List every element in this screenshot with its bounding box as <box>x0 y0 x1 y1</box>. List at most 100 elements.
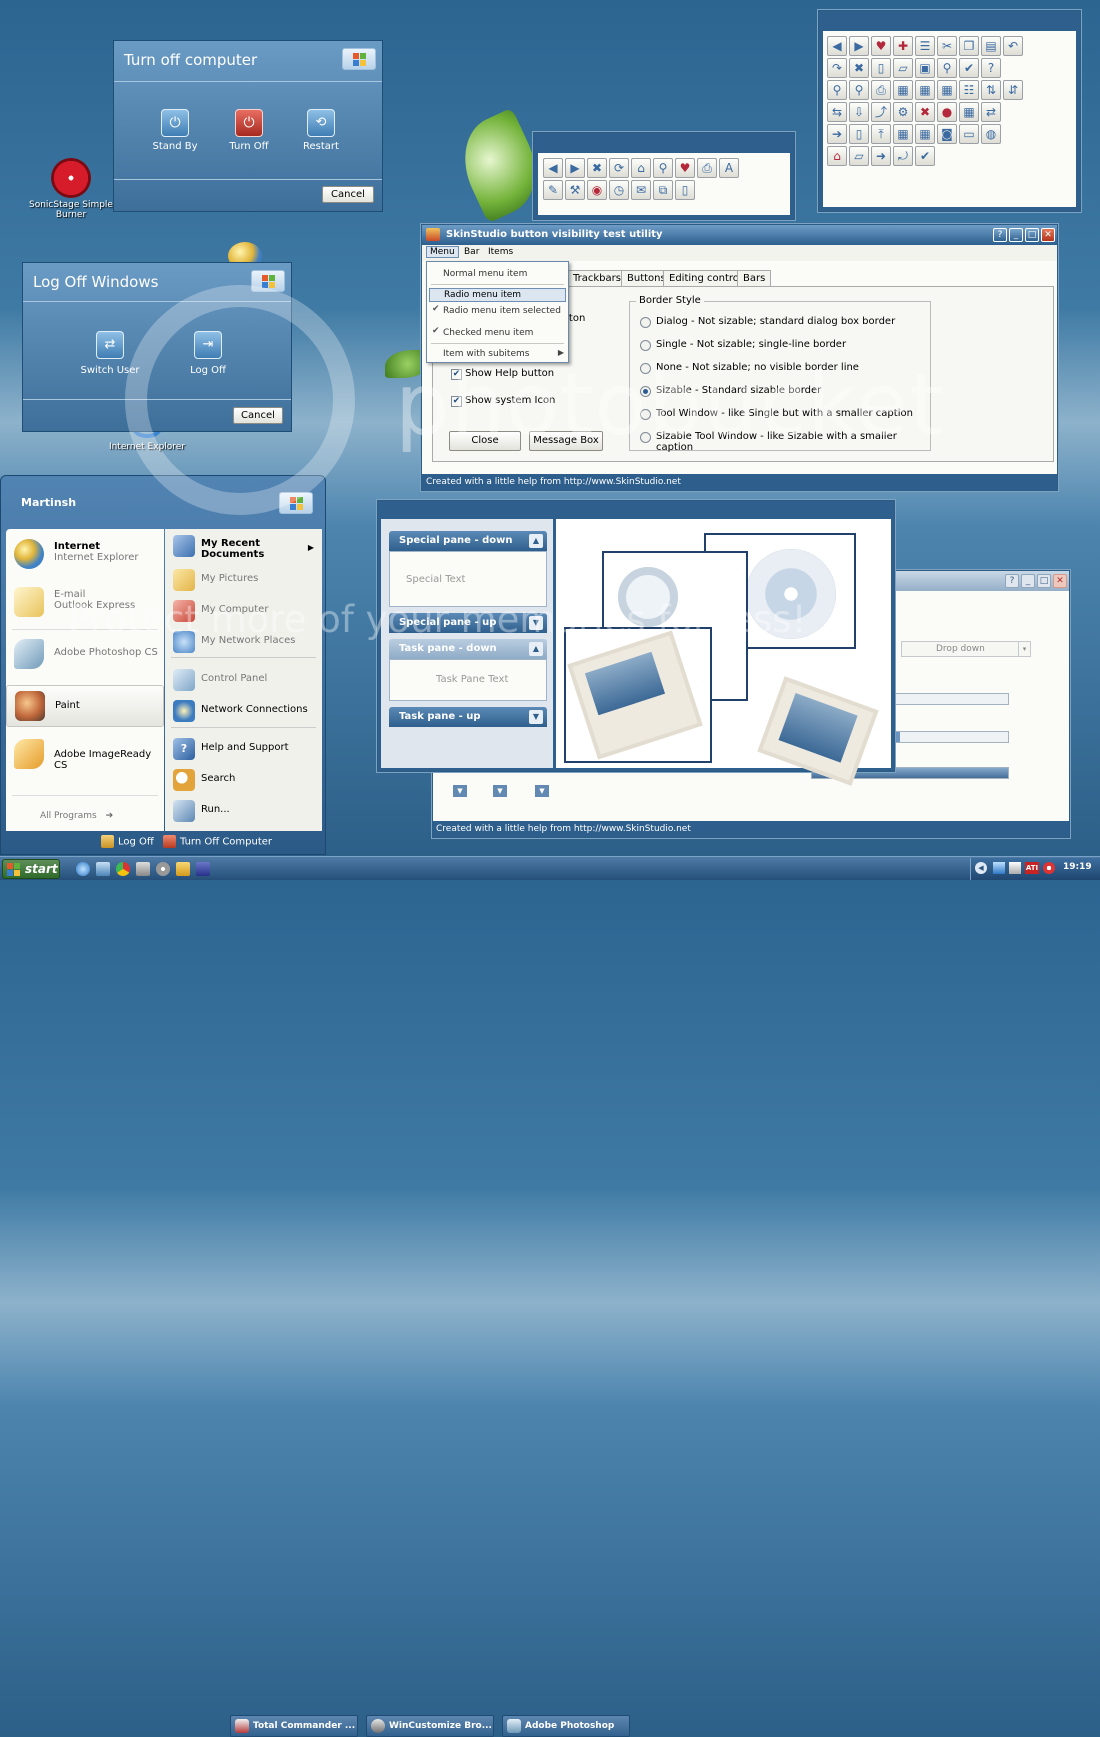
spin-button[interactable]: ▼ <box>535 785 549 797</box>
open-icon[interactable]: ▱ <box>893 58 913 78</box>
arrow-right-icon[interactable]: ▶ <box>565 158 585 178</box>
chevron-up-icon[interactable]: ▲ <box>529 642 543 656</box>
quick-launch-desktop-icon[interactable] <box>96 862 110 876</box>
desktop-icon-sonicstage[interactable]: SonicStage Simple Burner <box>28 158 114 220</box>
cut-icon[interactable]: ✂ <box>937 36 957 56</box>
help-icon[interactable]: ? <box>981 58 1001 78</box>
mail-icon[interactable]: ✉ <box>631 180 651 200</box>
tab-bars[interactable]: Bars <box>737 270 772 287</box>
tray-volume-icon[interactable] <box>1009 862 1021 874</box>
page-icon[interactable]: ▯ <box>675 180 695 200</box>
log-off-start-button[interactable]: Log Off <box>101 835 154 848</box>
sort-down-icon[interactable]: ⇵ <box>1003 80 1023 100</box>
details-icon[interactable]: ☷ <box>959 80 979 100</box>
tray-security-icon[interactable] <box>1043 862 1055 874</box>
spin-button[interactable]: ▼ <box>493 785 507 797</box>
window-icon[interactable]: ▭ <box>959 124 979 144</box>
menu-bar-item[interactable]: Bar <box>464 247 479 257</box>
tab-trackbars[interactable]: Trackbars <box>567 270 627 287</box>
folder-up-icon[interactable]: ⤒ <box>871 124 891 144</box>
view-icon[interactable]: ▦ <box>937 80 957 100</box>
table-icon[interactable]: ▦ <box>959 102 979 122</box>
refresh-icon[interactable]: ⟳ <box>609 158 629 178</box>
start-item-imageready[interactable]: Adobe ImageReady CS <box>6 735 164 775</box>
sort-up-icon[interactable]: ⇅ <box>981 80 1001 100</box>
pane-header[interactable]: Special pane - down ▲ <box>389 531 547 551</box>
font-icon[interactable]: A <box>719 158 739 178</box>
rotate-icon[interactable]: ⤾ <box>893 146 913 166</box>
task-pane-up[interactable]: Task pane - up ▼ <box>389 707 547 727</box>
menu-item-radio[interactable]: Radio menu item <box>429 288 566 302</box>
share-icon[interactable]: ⤴ <box>871 102 891 122</box>
taskbar-task-total-commander[interactable]: Total Commander ... <box>230 1715 358 1737</box>
zoom-out-icon[interactable]: ⚲ <box>849 80 869 100</box>
favorites-icon[interactable]: ♥ <box>675 158 695 178</box>
menu-item-radio-selected[interactable]: Radio menu item selected <box>429 303 566 319</box>
save-icon[interactable]: ▣ <box>915 58 935 78</box>
zoom-icon[interactable]: ⚲ <box>827 80 847 100</box>
quick-launch-save-icon[interactable] <box>196 862 210 876</box>
undo-icon[interactable]: ↶ <box>1003 36 1023 56</box>
maximize-button[interactable]: □ <box>1025 228 1039 242</box>
remove-icon[interactable]: ✖ <box>915 102 935 122</box>
tools-icon[interactable]: ⚒ <box>565 180 585 200</box>
chevron-down-icon[interactable]: ▼ <box>529 710 543 724</box>
menu-item-normal[interactable]: Normal menu item <box>429 266 566 282</box>
close-button[interactable]: ✕ <box>1041 228 1055 242</box>
search[interactable]: Search <box>171 767 318 791</box>
help-button[interactable]: ? <box>993 228 1007 242</box>
all-programs-button[interactable]: All Programs ➔ <box>40 811 113 821</box>
move-icon[interactable]: ➜ <box>871 146 891 166</box>
tray-expand-icon[interactable]: ◀ <box>975 862 987 874</box>
tray-network-icon[interactable] <box>993 862 1005 874</box>
find-icon[interactable]: ⚲ <box>937 58 957 78</box>
grid-icon[interactable]: ▦ <box>893 124 913 144</box>
home-icon[interactable]: ⌂ <box>827 146 847 166</box>
tray-ati-icon[interactable]: ATI <box>1025 862 1039 874</box>
favorites-icon[interactable]: ♥ <box>871 36 891 56</box>
history-icon[interactable]: ◷ <box>609 180 629 200</box>
delete-icon[interactable]: ✖ <box>849 58 869 78</box>
drop-down[interactable]: Drop down ▾ <box>901 641 1031 657</box>
stop-icon[interactable]: ● <box>937 102 957 122</box>
menu-menu[interactable]: Menu <box>426 246 459 258</box>
minimize-button[interactable]: _ <box>1021 574 1035 588</box>
start-item-internet[interactable]: Internet Internet Explorer <box>6 535 164 571</box>
globe-icon[interactable]: ◍ <box>981 124 1001 144</box>
restart-button[interactable]: ⟲ Restart <box>292 109 350 152</box>
chevron-up-icon[interactable]: ▲ <box>529 534 543 548</box>
copy-icon[interactable]: ❐ <box>959 36 979 56</box>
check-icon[interactable]: ✔ <box>959 58 979 78</box>
search-icon[interactable]: ⚲ <box>653 158 673 178</box>
minimize-button[interactable]: _ <box>1009 228 1023 242</box>
radio-single[interactable] <box>640 340 651 351</box>
quick-launch-tool-icon[interactable] <box>136 862 150 876</box>
help-and-support[interactable]: ? Help and Support <box>171 736 318 760</box>
stand-by-button[interactable]: ⏻ Stand By <box>146 109 204 152</box>
control-panel[interactable]: Control Panel <box>171 667 318 691</box>
cancel-button[interactable]: Cancel <box>322 186 374 203</box>
pane-header[interactable]: Task pane - down ▲ <box>389 639 547 659</box>
properties-icon[interactable]: ⚙ <box>893 102 913 122</box>
view-icon[interactable]: ▦ <box>915 80 935 100</box>
menu-items[interactable]: Items <box>488 247 513 257</box>
print-icon[interactable]: ⎙ <box>697 158 717 178</box>
page-icon[interactable]: ▯ <box>849 124 869 144</box>
quick-launch-disc-icon[interactable] <box>156 862 170 876</box>
network-connections[interactable]: Network Connections <box>171 698 318 722</box>
edit-icon[interactable]: ✎ <box>543 180 563 200</box>
start-button[interactable]: start <box>2 859 60 879</box>
folder-icon[interactable]: ▱ <box>849 146 869 166</box>
my-pictures[interactable]: My Pictures <box>171 567 318 591</box>
check-icon[interactable]: ✔ <box>915 146 935 166</box>
view-icon[interactable]: ▦ <box>893 80 913 100</box>
arrow-left-icon[interactable]: ◀ <box>827 36 847 56</box>
maximize-button[interactable]: □ <box>1037 574 1051 588</box>
radio-dialog[interactable] <box>640 317 651 328</box>
grid-icon[interactable]: ▦ <box>915 124 935 144</box>
delete-icon[interactable]: ✖ <box>587 158 607 178</box>
network-icon[interactable]: ⇄ <box>981 102 1001 122</box>
print-icon[interactable]: ⎙ <box>871 80 891 100</box>
forward-icon[interactable]: ➔ <box>827 124 847 144</box>
media-icon[interactable]: ◉ <box>587 180 607 200</box>
